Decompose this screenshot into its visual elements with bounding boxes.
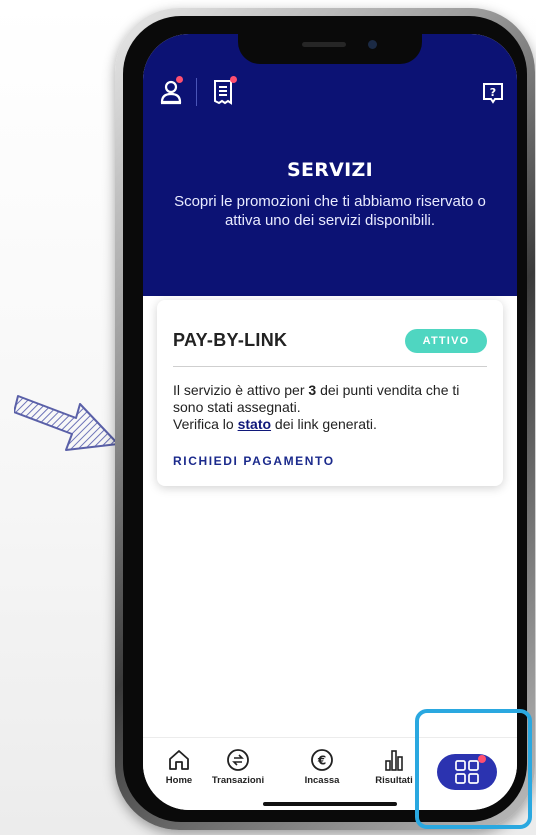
phone-frame: ? SERVIZI Scopri le promozioni che ti ab…	[115, 8, 535, 830]
receipt-icon[interactable]	[211, 79, 235, 105]
home-indicator	[263, 802, 397, 806]
page-title: SERVIZI	[286, 159, 373, 181]
phone-notch	[238, 34, 422, 64]
desc-text: dei link generati.	[271, 416, 377, 432]
receipt-notification-dot	[230, 76, 237, 83]
status-badge: ATTIVO	[405, 329, 487, 353]
phone-bezel: ? SERVIZI Scopri le promozioni che ti ab…	[123, 16, 527, 822]
svg-text:?: ?	[490, 86, 496, 99]
card-divider	[173, 366, 487, 367]
tab-incassa[interactable]: € Incassa	[289, 748, 355, 786]
tab-label: Incassa	[304, 775, 340, 786]
home-icon	[169, 750, 189, 770]
arrow-annotation-icon	[14, 395, 119, 451]
service-card-pay-by-link: PAY-BY-LINK ATTIVO Il servizio è attivo …	[157, 300, 503, 486]
bar-chart-icon	[385, 750, 403, 771]
service-title: PAY-BY-LINK	[173, 330, 288, 350]
help-icon[interactable]: ?	[481, 80, 505, 106]
tab-label: Transazioni	[211, 775, 265, 786]
transactions-icon	[227, 749, 249, 771]
euro-icon: €	[311, 749, 333, 771]
tab-transazioni[interactable]: Transazioni	[205, 748, 271, 786]
page-subtitle: Scopri le promozioni che ti abbiamo rise…	[174, 193, 486, 229]
request-payment-link[interactable]: RICHIEDI PAGAMENTO	[173, 454, 335, 468]
header-separator	[196, 78, 197, 106]
desc-text: Verifica lo	[173, 416, 238, 432]
tab-label: Home	[165, 775, 193, 786]
header: ? SERVIZI Scopri le promozioni che ti ab…	[143, 34, 517, 296]
highlight-annotation-box	[415, 709, 532, 829]
service-description: Il servizio è attivo per 3 dei punti ven…	[173, 382, 493, 433]
app-screen: ? SERVIZI Scopri le promozioni che ti ab…	[143, 34, 517, 810]
status-link[interactable]: stato	[238, 416, 271, 432]
desc-text: Il servizio è attivo per	[173, 382, 309, 398]
tab-home[interactable]: Home	[146, 748, 212, 786]
svg-text:€: €	[317, 754, 326, 768]
profile-notification-dot	[176, 76, 183, 83]
